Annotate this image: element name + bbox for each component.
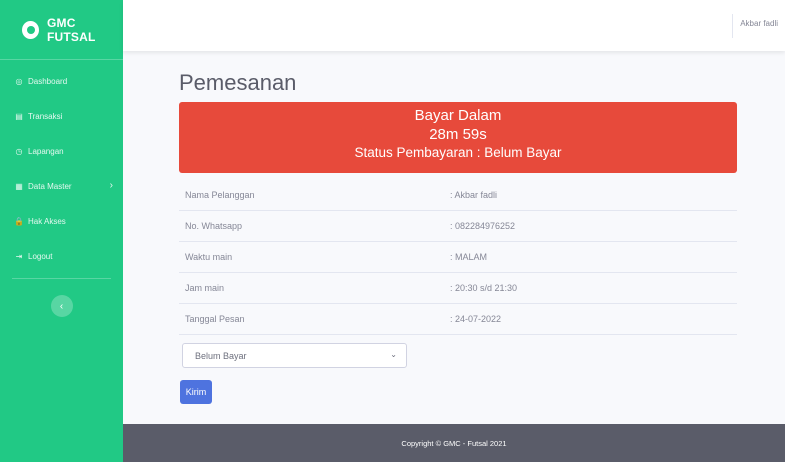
grid-icon: ▦ bbox=[15, 182, 23, 191]
sidebar-item-label: Data Master bbox=[28, 182, 72, 191]
topbar: Akbar fadli bbox=[123, 0, 785, 51]
brand[interactable]: GMC FUTSAL bbox=[0, 0, 123, 60]
detail-value: : 20:30 s/d 21:30 bbox=[450, 283, 518, 293]
sidebar-item-lapangan[interactable]: ◷ Lapangan bbox=[0, 134, 123, 169]
detail-label: Nama Pelanggan bbox=[185, 190, 255, 200]
soccer-ball-icon bbox=[22, 20, 39, 39]
chevron-right-icon: › bbox=[109, 180, 113, 191]
sidebar-item-dashboard[interactable]: ◎ Dashboard bbox=[0, 64, 123, 99]
payment-countdown-alert: Bayar Dalam 28m 59s Status Pembayaran : … bbox=[179, 102, 737, 173]
detail-value: : MALAM bbox=[450, 252, 488, 262]
sidebar-item-hak-akses[interactable]: 🔒 Hak Akses bbox=[0, 204, 123, 239]
detail-label: Jam main bbox=[185, 283, 225, 293]
page-title: Pemesanan bbox=[179, 70, 297, 95]
sidebar: GMC FUTSAL ◎ Dashboard ▤ Transaksi ◷ Lap… bbox=[0, 0, 123, 462]
sidebar-item-label: Lapangan bbox=[28, 147, 64, 156]
detail-label: Tanggal Pesan bbox=[185, 314, 245, 324]
detail-row: Nama Pelanggan : Akbar fadli bbox=[179, 180, 737, 211]
copyright-text: Copyright © GMC - Futsal 2021 bbox=[401, 438, 507, 448]
detail-row: Waktu main : MALAM bbox=[179, 242, 737, 273]
alert-heading: Bayar Dalam bbox=[414, 107, 502, 124]
detail-row: Tanggal Pesan : 24-07-2022 bbox=[179, 304, 737, 335]
dashboard-icon: ◎ bbox=[15, 77, 23, 86]
detail-label: Waktu main bbox=[185, 252, 233, 262]
chevron-down-icon: ⌄ bbox=[390, 350, 397, 359]
sidebar-item-label: Transaksi bbox=[28, 112, 63, 121]
detail-value: : Akbar fadli bbox=[450, 190, 498, 200]
clock-icon: ◷ bbox=[15, 147, 23, 156]
payment-status: Status Pembayaran : Belum Bayar bbox=[354, 145, 562, 160]
select-value: Belum Bayar bbox=[195, 350, 247, 361]
logout-icon: ⇥ bbox=[15, 252, 23, 261]
detail-row: No. Whatsapp : 082284976252 bbox=[179, 211, 737, 242]
sidebar-item-logout[interactable]: ⇥ Logout bbox=[0, 239, 123, 274]
sidebar-toggle-button[interactable]: ‹ bbox=[50, 295, 73, 317]
topbar-divider bbox=[732, 14, 733, 38]
lock-icon: 🔒 bbox=[14, 217, 24, 226]
sidebar-item-data-master[interactable]: ▦ Data Master › bbox=[0, 169, 123, 204]
chevron-left-icon: ‹ bbox=[59, 300, 64, 312]
sidebar-item-label: Logout bbox=[28, 252, 53, 261]
submit-button[interactable]: Kirim bbox=[180, 380, 212, 404]
sidebar-item-label: Hak Akses bbox=[28, 217, 66, 226]
brand-name: GMC FUTSAL bbox=[46, 15, 96, 44]
booking-details: Nama Pelanggan : Akbar fadli No. Whatsap… bbox=[179, 180, 737, 335]
table-icon: ▤ bbox=[15, 112, 23, 121]
detail-value: : 24-07-2022 bbox=[450, 314, 502, 324]
sidebar-item-label: Dashboard bbox=[28, 77, 68, 86]
user-menu[interactable]: Akbar fadli bbox=[740, 19, 778, 28]
sidebar-divider bbox=[12, 278, 111, 279]
countdown-timer: 28m 59s bbox=[429, 126, 487, 143]
payment-status-select[interactable]: Belum Bayar ⌄ bbox=[182, 343, 407, 368]
sidebar-item-transaksi[interactable]: ▤ Transaksi bbox=[0, 99, 123, 134]
detail-label: No. Whatsapp bbox=[185, 221, 243, 231]
detail-value: : 082284976252 bbox=[450, 221, 516, 231]
footer: Copyright © GMC - Futsal 2021 bbox=[123, 424, 785, 462]
detail-row: Jam main : 20:30 s/d 21:30 bbox=[179, 273, 737, 304]
